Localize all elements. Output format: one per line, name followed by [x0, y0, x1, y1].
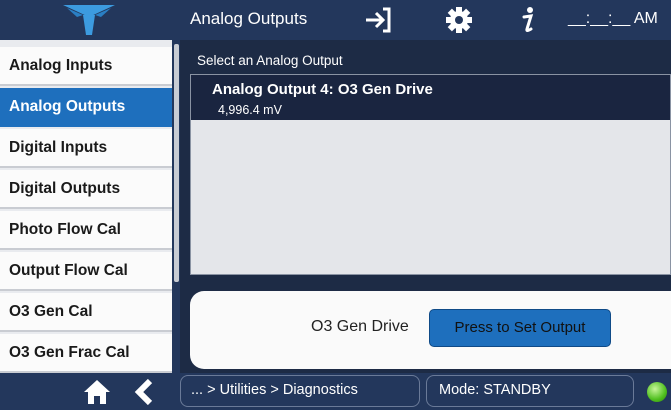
mode-indicator[interactable]: Mode: STANDBY — [426, 375, 634, 407]
gear-icon[interactable] — [443, 5, 475, 35]
sidebar: Analog Inputs Analog Outputs Digital Inp… — [0, 40, 172, 373]
list-item-value: 4,996.4 mV — [218, 103, 282, 117]
select-output-label: Select an Analog Output — [197, 53, 343, 68]
info-icon[interactable] — [512, 5, 544, 35]
page-title: Analog Outputs — [190, 9, 308, 28]
output-name-label: O3 Gen Drive — [311, 318, 409, 335]
sidebar-item-analog-inputs[interactable]: Analog Inputs — [0, 47, 172, 86]
logo-icon — [63, 5, 115, 35]
sidebar-item-digital-outputs[interactable]: Digital Outputs — [0, 170, 172, 209]
exit-icon[interactable] — [362, 5, 394, 35]
set-output-button[interactable]: Press to Set Output — [429, 309, 611, 347]
sidebar-item-o3-gen-frac-cal[interactable]: O3 Gen Frac Cal — [0, 334, 172, 373]
sidebar-item-o3-gen-cal[interactable]: O3 Gen Cal — [0, 293, 172, 332]
list-item[interactable]: Analog Output 4: O3 Gen Drive 4,996.4 mV — [191, 75, 670, 120]
list-item-title: Analog Output 4: O3 Gen Drive — [212, 81, 433, 98]
analog-output-list[interactable]: Analog Output 4: O3 Gen Drive 4,996.4 mV — [190, 74, 671, 275]
status-led — [647, 382, 667, 402]
clock: __:__:__ AM — [568, 10, 658, 27]
home-icon[interactable] — [84, 379, 110, 405]
breadcrumb[interactable]: ... > Utilities > Diagnostics — [180, 375, 420, 407]
sidebar-item-digital-inputs[interactable]: Digital Inputs — [0, 129, 172, 168]
sidebar-item-analog-outputs[interactable]: Analog Outputs — [0, 88, 172, 127]
sidebar-item-photo-flow-cal[interactable]: Photo Flow Cal — [0, 211, 172, 250]
sidebar-scroll-thumb[interactable] — [174, 44, 179, 282]
logo-area — [0, 0, 178, 40]
back-icon[interactable] — [133, 379, 155, 405]
sidebar-item-output-flow-cal[interactable]: Output Flow Cal — [0, 252, 172, 291]
